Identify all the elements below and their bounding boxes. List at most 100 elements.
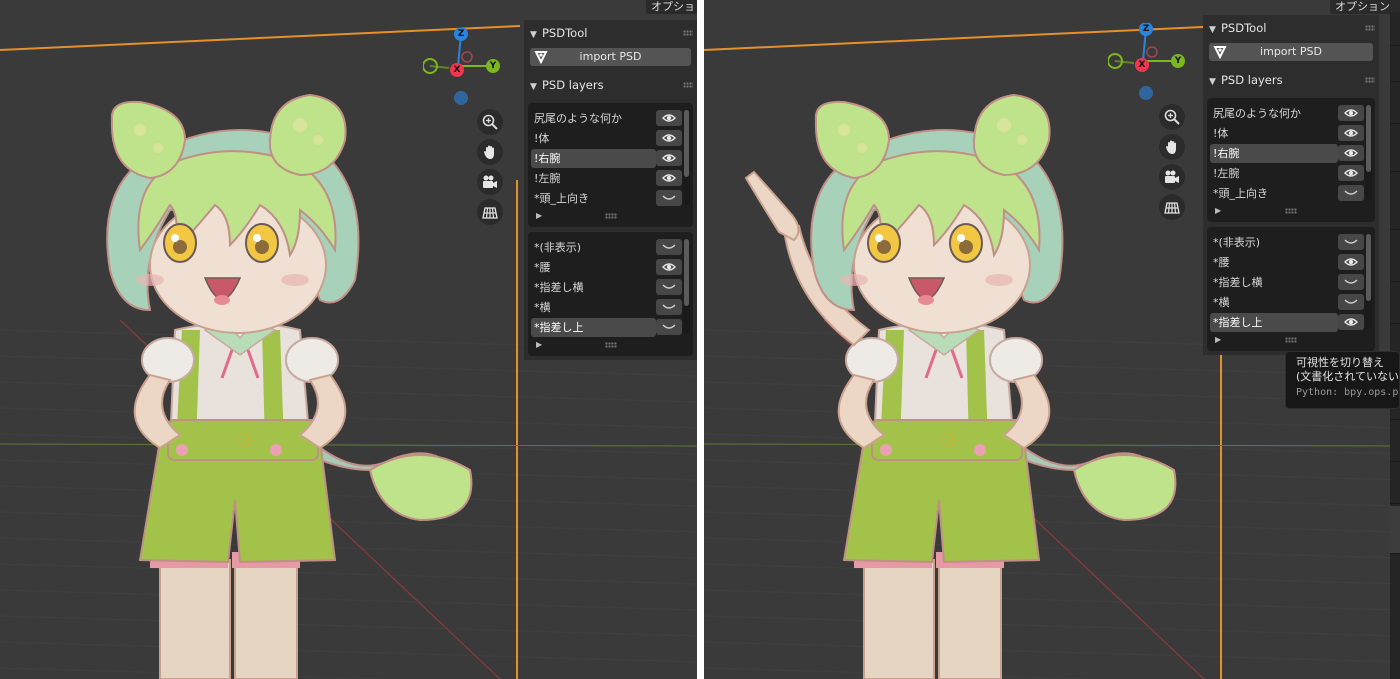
drag-handle-icon[interactable] <box>683 82 693 88</box>
layer-row[interactable]: *頭_上向き <box>1210 184 1338 203</box>
sidebar-tab[interactable] <box>1390 506 1400 554</box>
axis-x-label[interactable]: X <box>450 63 464 77</box>
layer-row[interactable]: *頭_上向き <box>531 189 656 208</box>
navigation-gizmo[interactable]: Z Y X <box>422 27 503 108</box>
eye-open-icon[interactable] <box>1338 145 1364 161</box>
panel-header-psd-layers[interactable]: ▼ PSD layers <box>530 75 604 95</box>
viewport-right[interactable]: オプション Z Y X ▼ PSDTool import PSD ▼ PSD layers 尻尾の… <box>704 0 1400 679</box>
layer-row[interactable]: !右腕 <box>531 149 656 168</box>
eye-closed-icon[interactable] <box>1338 274 1364 290</box>
navigation-gizmo[interactable]: Z Y X <box>1107 22 1188 103</box>
eye-open-icon[interactable] <box>656 170 682 186</box>
hand-pan-icon[interactable] <box>477 139 503 165</box>
list-scrollbar[interactable] <box>1365 233 1372 329</box>
layer-row[interactable]: !左腕 <box>1210 164 1338 183</box>
expand-triangle-icon[interactable]: ▶ <box>1215 206 1221 215</box>
layer-row[interactable]: !左腕 <box>531 169 656 188</box>
axis-z-label[interactable]: Z <box>1139 22 1153 36</box>
list-footer[interactable]: ▶ <box>534 211 687 223</box>
layer-row[interactable]: *横 <box>531 298 656 317</box>
list-footer[interactable]: ▶ <box>534 340 687 352</box>
ortho-grid-icon[interactable] <box>477 199 503 225</box>
eye-closed-icon[interactable] <box>1338 185 1364 201</box>
layer-row[interactable]: *指差し上 <box>531 318 656 337</box>
camera-icon[interactable] <box>477 169 503 195</box>
panel-header-psdtool[interactable]: ▼ PSDTool <box>1209 18 1266 38</box>
scrollbar-thumb[interactable] <box>1366 105 1371 172</box>
layer-row[interactable]: *指差し横 <box>531 278 656 297</box>
eye-closed-icon[interactable] <box>656 319 682 335</box>
sidebar-tab[interactable] <box>1390 12 1400 46</box>
axis-x-label[interactable]: X <box>1135 58 1149 72</box>
list-footer[interactable]: ▶ <box>1213 206 1369 218</box>
layer-row[interactable]: !右腕 <box>1210 144 1338 163</box>
layer-row[interactable]: 尻尾のような何か <box>531 109 656 128</box>
eye-open-icon[interactable] <box>1338 314 1364 330</box>
list-scrollbar[interactable] <box>683 238 690 334</box>
eye-closed-icon[interactable] <box>1338 234 1364 250</box>
ortho-grid-icon[interactable] <box>1159 194 1185 220</box>
layer-row[interactable]: 尻尾のような何か <box>1210 104 1338 123</box>
sidebar-tab[interactable] <box>1390 232 1400 282</box>
sidebar-tab[interactable] <box>1390 284 1400 324</box>
expand-triangle-icon[interactable]: ▶ <box>1215 335 1221 344</box>
sidebar-tab[interactable] <box>1390 84 1400 124</box>
scrollbar-thumb[interactable] <box>1366 234 1371 301</box>
resize-grip-icon[interactable] <box>604 213 617 219</box>
list-scrollbar[interactable] <box>1365 104 1372 200</box>
axis-y-label[interactable]: Y <box>486 59 500 73</box>
sidebar-tab[interactable] <box>1390 422 1400 462</box>
sidebar-tab[interactable] <box>1390 464 1400 504</box>
resize-grip-icon[interactable] <box>604 342 617 348</box>
panel-header-psdtool[interactable]: ▼ PSDTool <box>530 23 587 43</box>
axis-z-label[interactable]: Z <box>454 27 468 41</box>
layer-row[interactable]: *(非表示) <box>1210 233 1338 252</box>
camera-icon[interactable] <box>1159 164 1185 190</box>
layer-row[interactable]: *(非表示) <box>531 238 656 257</box>
scrollbar-thumb[interactable] <box>684 110 689 177</box>
collapse-chevron-icon[interactable]: ▼ <box>530 25 542 45</box>
layer-row[interactable]: !体 <box>1210 124 1338 143</box>
eye-closed-icon[interactable] <box>656 239 682 255</box>
list-footer[interactable]: ▶ <box>1213 335 1369 347</box>
layer-row[interactable]: !体 <box>531 129 656 148</box>
layer-row[interactable]: *腰 <box>1210 253 1338 272</box>
eye-open-icon[interactable] <box>1338 125 1364 141</box>
sidebar-tab[interactable] <box>1390 174 1400 230</box>
sidebar-tab[interactable] <box>1390 48 1400 82</box>
zoom-icon[interactable] <box>477 109 503 135</box>
eye-open-icon[interactable] <box>656 130 682 146</box>
import-psd-button[interactable]: import PSD <box>530 48 691 66</box>
drag-handle-icon[interactable] <box>1365 77 1375 83</box>
eye-open-icon[interactable] <box>656 110 682 126</box>
drag-handle-icon[interactable] <box>683 30 693 36</box>
collapse-chevron-icon[interactable]: ▼ <box>1209 72 1221 92</box>
panel-header-psd-layers[interactable]: ▼ PSD layers <box>1209 70 1283 90</box>
eye-closed-icon[interactable] <box>1338 294 1364 310</box>
eye-open-icon[interactable] <box>1338 105 1364 121</box>
list-scrollbar[interactable] <box>683 109 690 205</box>
layer-row[interactable]: *腰 <box>531 258 656 277</box>
import-psd-button[interactable]: import PSD <box>1209 43 1373 61</box>
resize-grip-icon[interactable] <box>1285 208 1297 214</box>
expand-triangle-icon[interactable]: ▶ <box>536 340 542 349</box>
eye-closed-icon[interactable] <box>656 299 682 315</box>
header-options-tab[interactable]: オプショ <box>646 0 697 14</box>
drag-handle-icon[interactable] <box>1365 25 1375 31</box>
layer-row[interactable]: *横 <box>1210 293 1338 312</box>
eye-open-icon[interactable] <box>1338 254 1364 270</box>
scrollbar-thumb[interactable] <box>684 239 689 306</box>
resize-grip-icon[interactable] <box>1285 337 1297 343</box>
collapse-chevron-icon[interactable]: ▼ <box>1209 20 1221 40</box>
viewport-left[interactable]: オプショ Z Y X ▼ PSDTool import PSD ▼ PSD layers 尻尾のよ… <box>0 0 697 679</box>
eye-open-icon[interactable] <box>656 150 682 166</box>
sidebar-tab[interactable] <box>1390 126 1400 172</box>
eye-open-icon[interactable] <box>1338 165 1364 181</box>
eye-closed-icon[interactable] <box>656 190 682 206</box>
layer-row[interactable]: *指差し横 <box>1210 273 1338 292</box>
layer-row[interactable]: *指差し上 <box>1210 313 1338 332</box>
eye-open-icon[interactable] <box>656 259 682 275</box>
collapse-chevron-icon[interactable]: ▼ <box>530 77 542 97</box>
expand-triangle-icon[interactable]: ▶ <box>536 211 542 220</box>
hand-pan-icon[interactable] <box>1159 134 1185 160</box>
